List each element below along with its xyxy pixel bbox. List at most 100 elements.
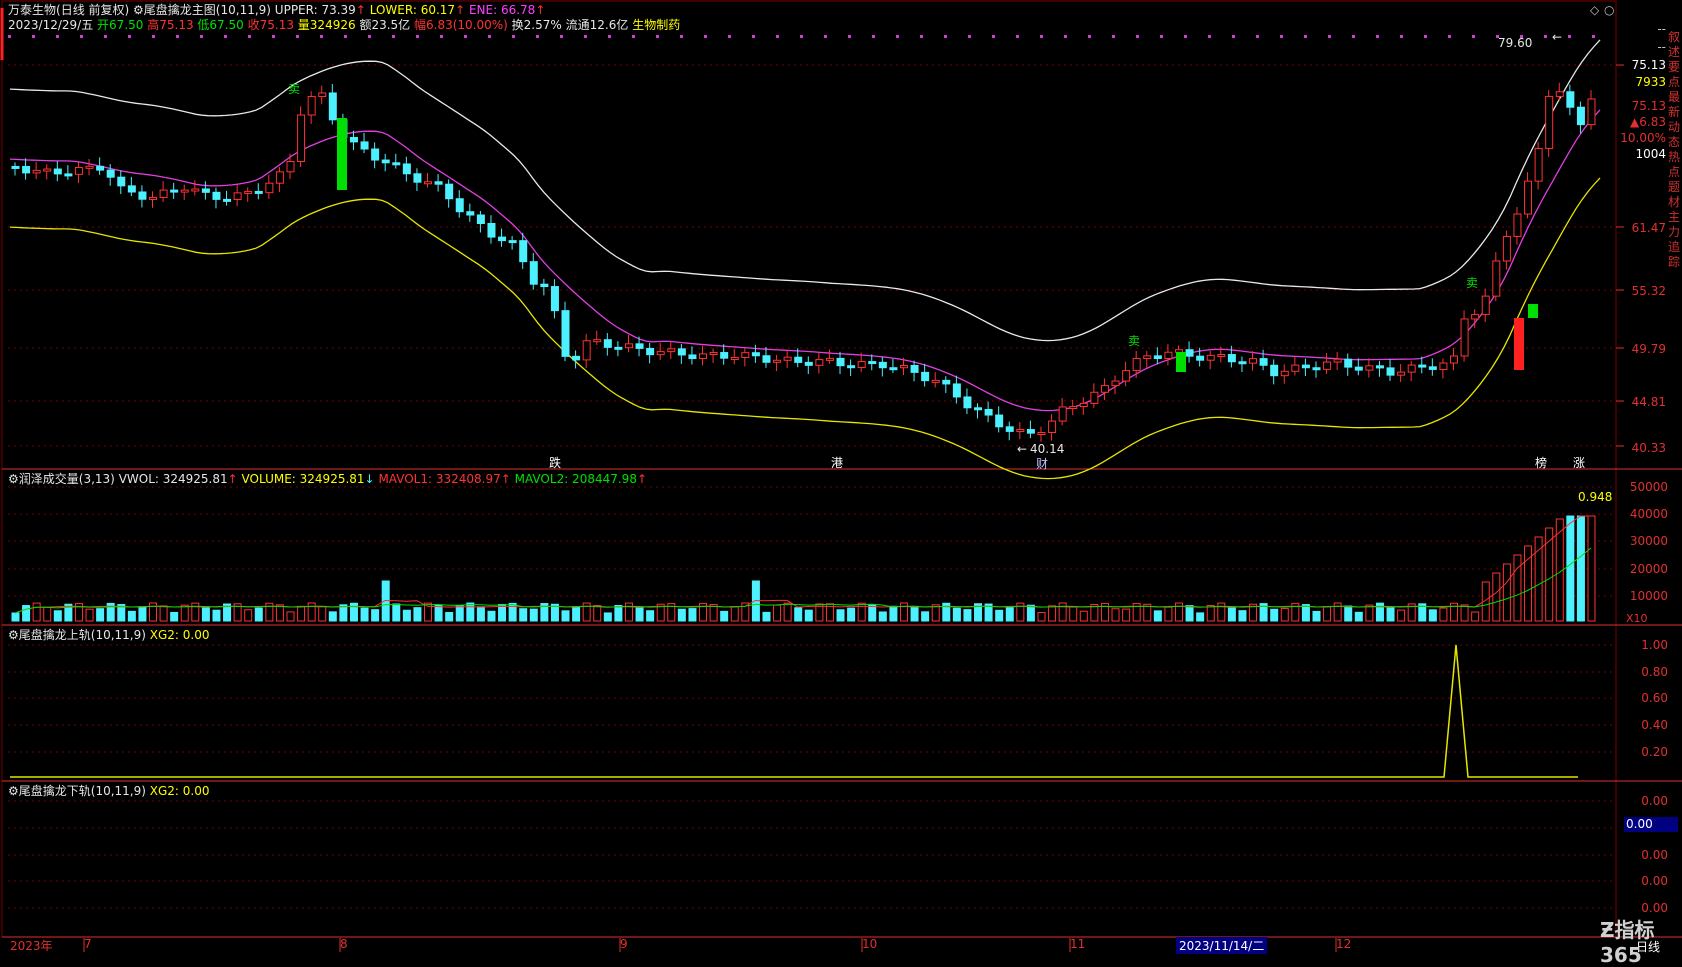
price-tick: 44.81 bbox=[1631, 395, 1666, 409]
upper-indicator-name[interactable]: 尾盘擒龙上轨(10,11,9) bbox=[19, 628, 146, 642]
volume-bar bbox=[1153, 610, 1162, 622]
candle bbox=[508, 240, 517, 244]
volume-bar bbox=[11, 612, 20, 622]
top-dot bbox=[728, 35, 731, 38]
volume-bar bbox=[1196, 612, 1205, 622]
event-marker[interactable]: 财 bbox=[1036, 455, 1048, 472]
volume-bar bbox=[455, 605, 464, 622]
candle bbox=[1566, 91, 1575, 108]
volume-bar bbox=[402, 609, 411, 622]
top-dot bbox=[224, 35, 227, 38]
candle bbox=[1016, 429, 1025, 433]
top-dot bbox=[920, 35, 923, 38]
candle bbox=[1111, 380, 1120, 387]
volume-bar bbox=[1460, 604, 1469, 622]
candle bbox=[476, 214, 485, 225]
price-tick: 55.32 bbox=[1631, 284, 1666, 298]
candle bbox=[1143, 355, 1152, 359]
candle bbox=[878, 361, 887, 369]
volume-bar bbox=[889, 605, 898, 622]
candle bbox=[371, 148, 380, 161]
volume-bar bbox=[1217, 602, 1226, 622]
volume-bar bbox=[201, 607, 210, 622]
volume-bar bbox=[254, 607, 263, 622]
top-dot bbox=[1304, 35, 1307, 38]
quote-open: 开67.50 bbox=[97, 18, 144, 32]
volume-bar bbox=[413, 607, 422, 622]
volume-bar bbox=[1439, 607, 1448, 622]
watermark-logo: Ƶ指标365 bbox=[1600, 918, 1655, 967]
lower-tick: 0.00 bbox=[1641, 901, 1668, 915]
top-dot bbox=[1160, 35, 1163, 38]
indicator-gear-icon[interactable]: ⚙ bbox=[133, 3, 144, 17]
candle bbox=[1481, 295, 1490, 315]
top-dot bbox=[1064, 35, 1067, 38]
lower-xg2: XG2: 0.00 bbox=[149, 784, 210, 798]
mavol2-line bbox=[14, 547, 1592, 614]
volume-gear-icon[interactable]: ⚙ bbox=[8, 472, 19, 486]
candle bbox=[942, 379, 951, 385]
volume-bar bbox=[1545, 527, 1554, 622]
candle bbox=[1439, 362, 1448, 370]
volume-bar bbox=[434, 604, 443, 622]
volume-tick: 30000 bbox=[1629, 534, 1668, 548]
candle bbox=[466, 211, 475, 216]
candle bbox=[931, 379, 940, 383]
top-dot bbox=[1568, 35, 1571, 38]
volume-unit: X10 bbox=[1626, 612, 1648, 625]
lower-indicator-name[interactable]: 尾盘擒龙下轨(10,11,9) bbox=[19, 784, 146, 798]
circle-icon[interactable]: ○ bbox=[1604, 3, 1614, 17]
candle bbox=[1344, 358, 1353, 368]
volume-bar bbox=[847, 607, 856, 622]
upper-gear-icon[interactable]: ⚙ bbox=[8, 628, 19, 642]
quote-turnover: 换2.57% bbox=[511, 18, 562, 32]
top-dot bbox=[200, 35, 203, 38]
candle bbox=[815, 359, 824, 366]
main-indicator-name[interactable]: 尾盘擒龙主图(10,11,9) bbox=[144, 3, 271, 17]
volume-bar bbox=[96, 608, 105, 622]
top-dot bbox=[464, 35, 467, 38]
volume-indicator-name[interactable]: 润泽成交量(3,13) bbox=[19, 472, 115, 486]
candle bbox=[699, 353, 708, 360]
upper-tick: 0.40 bbox=[1641, 718, 1668, 732]
top-dot bbox=[1280, 35, 1283, 38]
event-marker[interactable]: 榜 bbox=[1535, 454, 1547, 471]
candle bbox=[96, 165, 105, 171]
top-dot bbox=[1352, 35, 1355, 38]
signal-candle bbox=[1176, 352, 1186, 372]
candle bbox=[1132, 357, 1141, 372]
x-axis-label: 12 bbox=[1336, 937, 1352, 951]
candle bbox=[244, 190, 253, 194]
candle bbox=[106, 169, 115, 178]
lower-tick: 0.00 bbox=[1641, 848, 1668, 862]
candle bbox=[1492, 260, 1501, 297]
upper-tick: 1.00 bbox=[1641, 638, 1668, 652]
top-dot bbox=[488, 35, 491, 38]
volume-tick: 20000 bbox=[1629, 562, 1668, 576]
volume-bar bbox=[286, 611, 295, 622]
candle bbox=[434, 181, 443, 185]
candle bbox=[688, 354, 697, 360]
lower-gear-icon[interactable]: ⚙ bbox=[8, 784, 19, 798]
event-marker[interactable]: 跌 bbox=[549, 454, 561, 471]
top-dot bbox=[608, 35, 611, 38]
candle bbox=[825, 357, 834, 361]
current-price: 75.13 bbox=[1631, 99, 1666, 113]
candle bbox=[1428, 366, 1437, 370]
candle bbox=[1174, 349, 1183, 353]
candle bbox=[201, 188, 210, 193]
event-marker[interactable]: 涨 bbox=[1573, 454, 1585, 471]
candle bbox=[1026, 429, 1035, 434]
candle bbox=[265, 182, 274, 194]
right-side-tabs[interactable]: 叙述要点最新动态热点题材主力追踪 bbox=[1668, 30, 1682, 270]
candle bbox=[1502, 235, 1511, 262]
volume-bar bbox=[572, 606, 581, 622]
event-marker[interactable]: 港 bbox=[831, 454, 843, 471]
candle bbox=[540, 283, 549, 288]
top-dot bbox=[272, 35, 275, 38]
diamond-icon[interactable]: ◇ bbox=[1590, 3, 1599, 17]
axis-dash-1: -- bbox=[1657, 22, 1666, 36]
candle bbox=[1386, 367, 1395, 376]
top-dot bbox=[1088, 35, 1091, 38]
upper-tick: 0.60 bbox=[1641, 691, 1668, 705]
